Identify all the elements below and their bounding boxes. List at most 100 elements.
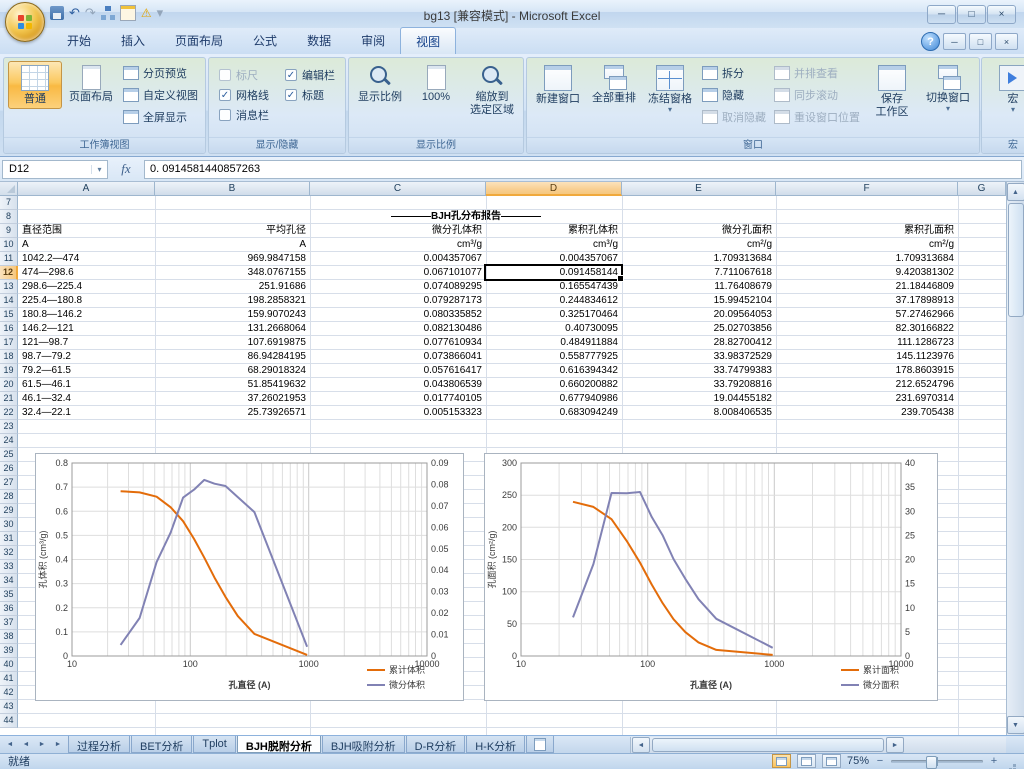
cell[interactable]: 8.008406535 [622,406,776,420]
sheet-tab-BJH脱附分析[interactable]: BJH脱附分析 [237,736,321,753]
normal-view-status-button[interactable] [772,754,791,768]
cell[interactable]: 0.079287173 [310,294,486,308]
cell[interactable]: 0.073866041 [310,350,486,364]
sheet-tab-BET分析[interactable]: BET分析 [131,736,192,753]
cell[interactable]: 28.82700412 [622,336,776,350]
row-header-11[interactable]: 11 [0,252,18,266]
cell[interactable]: 微分孔体积 [310,224,486,238]
cell[interactable]: 79.2—61.5 [18,364,155,378]
cell[interactable]: cm³/g [486,238,622,252]
cell[interactable]: 0.244834612 [486,294,622,308]
cell[interactable]: 146.2—121 [18,322,155,336]
cell[interactable]: 33.98372529 [622,350,776,364]
cell[interactable]: 平均孔径 [155,224,310,238]
maximize-button[interactable]: □ [957,5,986,24]
redo-icon[interactable]: ↷ [85,5,96,21]
row-header-9[interactable]: 9 [0,224,18,238]
cell[interactable]: 0.40730095 [486,322,622,336]
vertical-scrollbar[interactable]: ▲ ▼ [1006,182,1024,735]
sheet-tab-Tplot[interactable]: Tplot [193,736,235,753]
custom-views-button[interactable]: 自定义视图 [120,86,201,104]
cell[interactable]: 46.1—32.4 [18,392,155,406]
formula-bar-checkbox[interactable]: ✓ 编辑栏 [285,67,335,83]
row-header-44[interactable]: 44 [0,714,18,728]
macros-dropdown-icon[interactable]: ▾ [1011,106,1015,113]
cell[interactable]: 107.6919875 [155,336,310,350]
page-layout-view-button[interactable]: 页面布局 [64,61,118,107]
cell[interactable]: 131.2668064 [155,322,310,336]
zoom-to-selection-button[interactable]: 缩放到 选定区域 [465,61,519,120]
cell[interactable]: 25.73926571 [155,406,310,420]
cell[interactable]: 累积孔体积 [486,224,622,238]
cell[interactable]: 68.29018324 [155,364,310,378]
workbook-restore-button[interactable]: □ [969,33,992,50]
row-header-42[interactable]: 42 [0,686,18,700]
row-header-8[interactable]: 8 [0,210,18,224]
scroll-right-icon[interactable]: ► [886,737,904,753]
cell[interactable]: 51.85419632 [155,378,310,392]
cell[interactable]: 0.660200882 [486,378,622,392]
row-header-41[interactable]: 41 [0,672,18,686]
row-header-19[interactable]: 19 [0,364,18,378]
cell[interactable]: 累积孔面积 [776,224,958,238]
cell[interactable]: 0.677940986 [486,392,622,406]
cell[interactable]: A [155,238,310,252]
first-sheet-icon[interactable]: ◄ [3,738,17,751]
switch-windows-dropdown-icon[interactable]: ▾ [946,105,950,112]
cell[interactable]: 7.711067618 [622,266,776,280]
next-sheet-icon[interactable]: ► [35,738,49,751]
row-header-33[interactable]: 33 [0,560,18,574]
insert-worksheet-tab[interactable] [526,736,554,753]
ribbon-tab-公式[interactable]: 公式 [238,27,292,54]
cell[interactable]: 178.8603915 [776,364,958,378]
form-icon[interactable] [120,5,136,21]
cell[interactable]: 0.683094249 [486,406,622,420]
cell[interactable]: 33.74799383 [622,364,776,378]
cell[interactable]: 37.26021953 [155,392,310,406]
row-header-10[interactable]: 10 [0,238,18,252]
qat-dropdown-icon[interactable]: ▾ [157,5,164,21]
cell[interactable]: 0.004357067 [310,252,486,266]
ribbon-tab-数据[interactable]: 数据 [292,27,346,54]
row-header-35[interactable]: 35 [0,588,18,602]
row-header-38[interactable]: 38 [0,630,18,644]
cell[interactable]: 32.4—22.1 [18,406,155,420]
row-header-22[interactable]: 22 [0,406,18,420]
zoom-100-button[interactable]: 100% [409,61,463,107]
cell[interactable]: 15.99452104 [622,294,776,308]
cell[interactable]: 微分孔面积 [622,224,776,238]
hide-button[interactable]: 隐藏 [699,86,769,104]
row-header-32[interactable]: 32 [0,546,18,560]
pore-area-chart[interactable]: 0501001502002503000510152025303540101001… [484,453,938,701]
cell[interactable]: 37.17898913 [776,294,958,308]
scroll-left-icon[interactable]: ◄ [632,737,650,753]
cell[interactable]: 1042.2—474 [18,252,155,266]
row-header-30[interactable]: 30 [0,518,18,532]
cell[interactable]: 969.9847158 [155,252,310,266]
cell[interactable]: 0.005153323 [310,406,486,420]
cell[interactable]: 0.074089295 [310,280,486,294]
row-header-40[interactable]: 40 [0,658,18,672]
scroll-down-icon[interactable]: ▼ [1007,716,1024,734]
cell[interactable]: cm²/g [776,238,958,252]
column-header-E[interactable]: E [622,182,776,196]
cell[interactable]: 11.76408679 [622,280,776,294]
row-header-28[interactable]: 28 [0,490,18,504]
switch-windows-button[interactable]: 切换窗口 ▾ [921,61,975,115]
cell[interactable]: 1.709313684 [622,252,776,266]
horizontal-scroll-thumb[interactable] [652,738,884,752]
page-break-preview-button[interactable]: 分页预览 [120,64,201,82]
column-header-B[interactable]: B [155,182,310,196]
cell[interactable]: 82.30166822 [776,322,958,336]
cell[interactable]: 86.94284195 [155,350,310,364]
warning-icon[interactable]: ⚠ [141,5,152,21]
column-header-C[interactable]: C [310,182,486,196]
cell[interactable]: 180.8—146.2 [18,308,155,322]
zoom-in-button[interactable]: + [989,755,999,767]
vertical-scroll-thumb[interactable] [1008,203,1024,317]
fill-handle[interactable] [617,275,624,282]
office-button[interactable] [5,2,45,42]
row-header-34[interactable]: 34 [0,574,18,588]
cell[interactable]: 198.2858321 [155,294,310,308]
row-header-15[interactable]: 15 [0,308,18,322]
